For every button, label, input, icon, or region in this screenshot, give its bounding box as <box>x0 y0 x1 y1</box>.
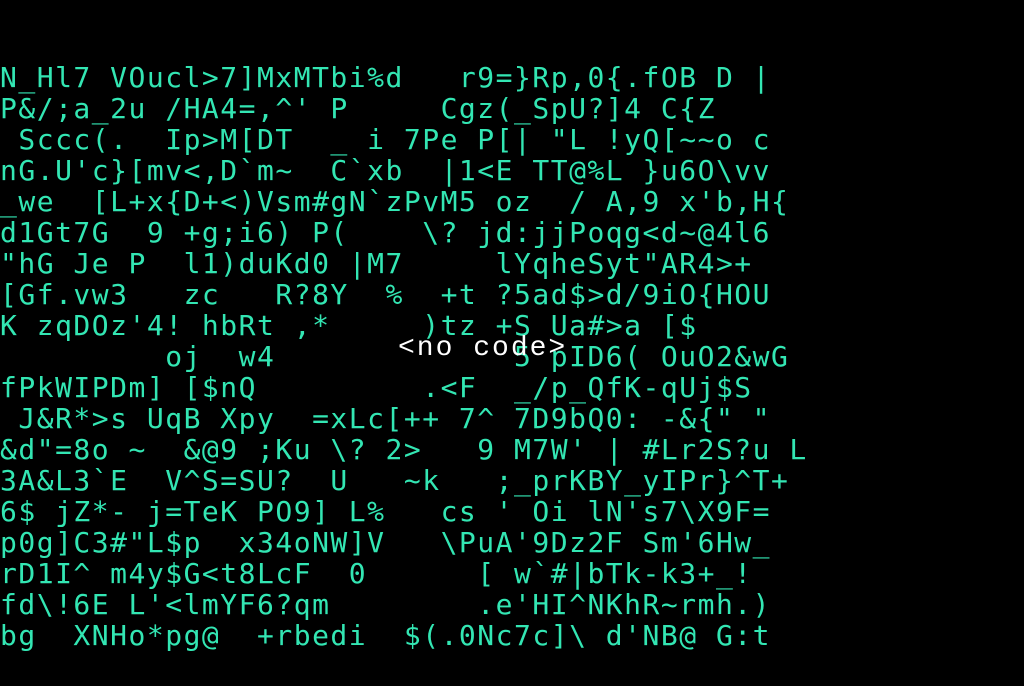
code-row: bg XNHo*pg@ +rbedi $(.0Nc7c]\ d'NB@ G:t <box>0 620 1024 651</box>
code-row: 3A&L3`E V^S=SU? U ~k ;_prKBY_yIPr}^T+ <box>0 465 1024 496</box>
code-row: J&R*>s UqB Xpy =xLc[++ 7^ 7D9bQ0: -&{" " <box>0 403 1024 434</box>
code-row: fd\!6E L'<lmYF6?qm .e'HI^NKhR~rmh.) <box>0 589 1024 620</box>
code-row: &d"=8o ~ &@9 ;Ku \? 2> 9 M7W' | #Lr2S?u … <box>0 434 1024 465</box>
code-row: Sccc(. Ip>M[DT _ i 7Pe P[| "L !yQ[~~o c <box>0 124 1024 155</box>
code-row: 6$ jZ*- j=TeK PO9] L% cs ' Oi lN's7\X9F= <box>0 496 1024 527</box>
code-row: _we [L+x{D+<)Vsm#gN`zPvM5 oz / A,9 x'b,H… <box>0 186 1024 217</box>
code-row: nG.U'c}[mv<,D`m~ C`xb |1<E TT@%L }u6O\vv <box>0 155 1024 186</box>
terminal-screen: N_Hl7 VOucl>7]MxMTbi%d r9=}Rp,0{.fOB D |… <box>0 0 1024 686</box>
code-row: [Gf.vw3 zc R?8Y % +t ?5ad$>d/9iO{HOU <box>0 279 1024 310</box>
code-row: d1Gt7G 9 +g;i6) P( \? jd:jjPoqg<d~@4l6 <box>0 217 1024 248</box>
code-row: P&/;a_2u /HA4=,^' P Cgz(_SpU?]4 C{Z <box>0 93 1024 124</box>
no-code-label: <no code> <box>398 333 567 364</box>
code-row: fPkWIPDm] [$nQ .<F _/p_QfK-qUj$S <box>0 372 1024 403</box>
code-row: "hG Je P l1)duKd0 |M7 lYqheSyt"AR4>+ <box>0 248 1024 279</box>
code-row: N_Hl7 VOucl>7]MxMTbi%d r9=}Rp,0{.fOB D | <box>0 62 1024 93</box>
code-row: p0g]C3#"L$p x34oNW]V \PuA'9Dz2F Sm'6Hw_ <box>0 527 1024 558</box>
code-row: rD1I^ m4y$G<t8LcF 0 [ w`#|bTk-k3+_! <box>0 558 1024 589</box>
